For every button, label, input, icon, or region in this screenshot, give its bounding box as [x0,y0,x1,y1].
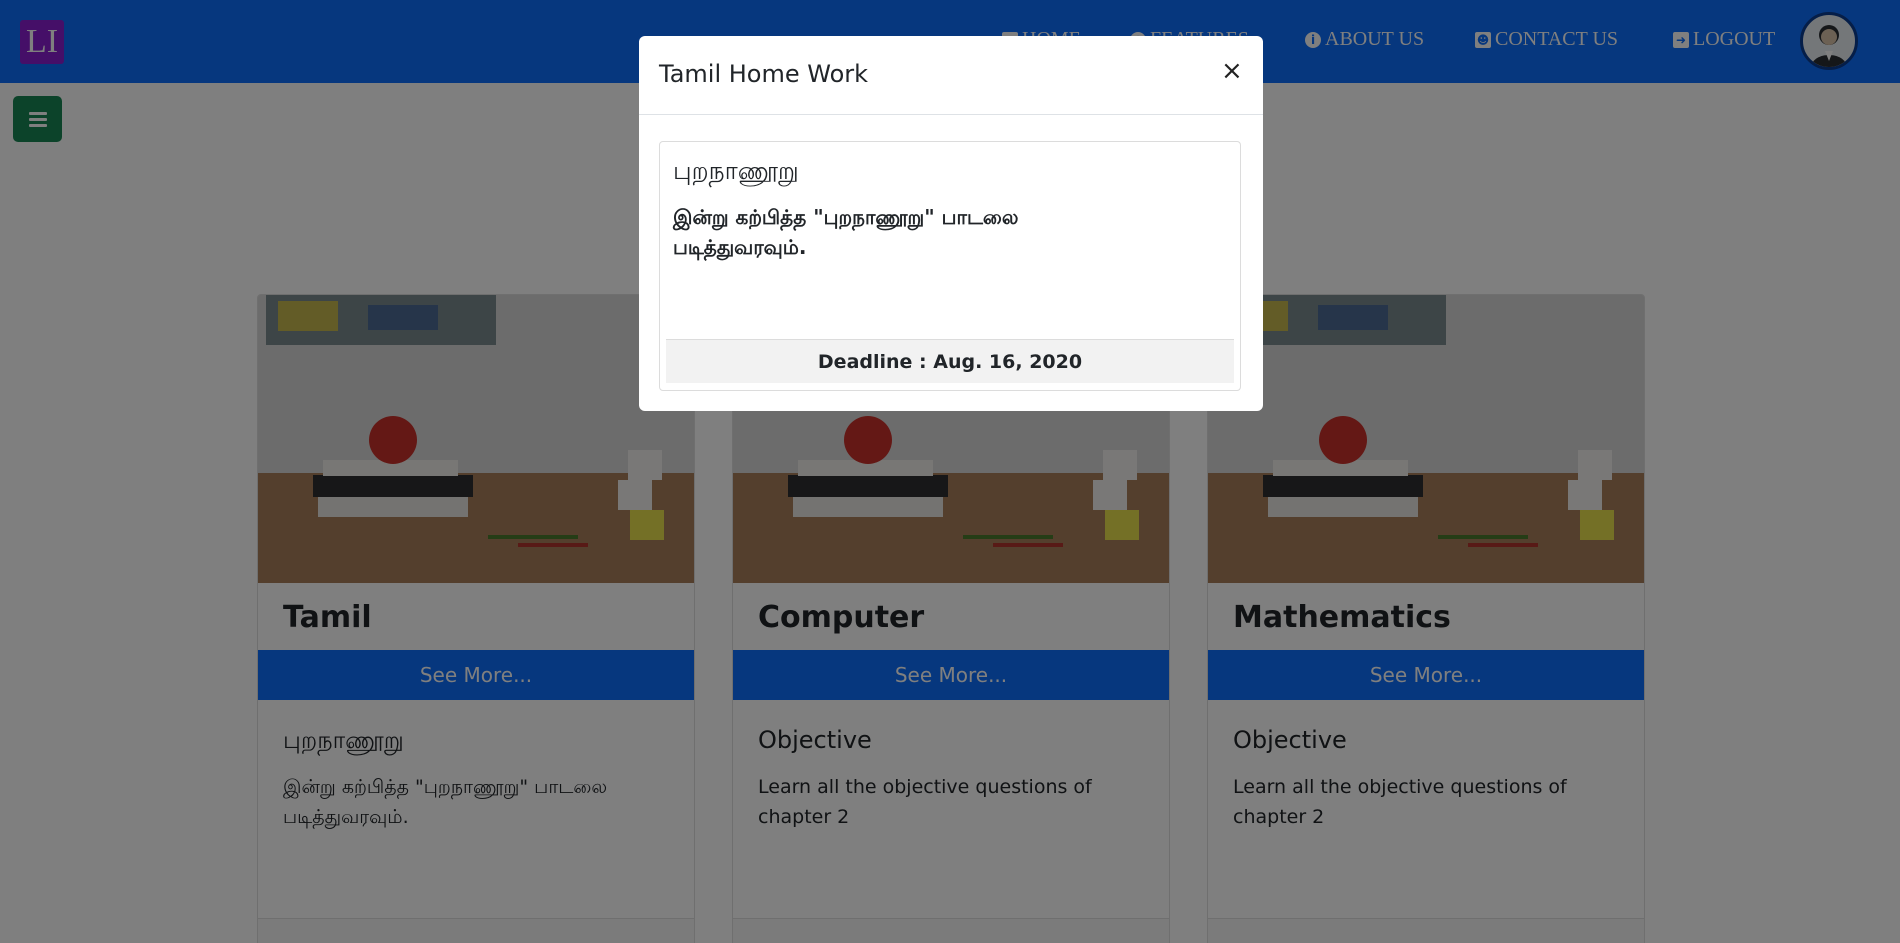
homework-modal: Tamil Home Work × புறநாணூறு இன்று கற்பித… [639,36,1263,411]
homework-text: இன்று கற்பித்த "புறநாணூறு" பாடலை படித்து… [673,205,1019,259]
modal-title: Tamil Home Work [659,60,869,88]
modal-header: Tamil Home Work × [639,36,1263,115]
close-icon[interactable]: × [1221,56,1243,86]
homework-subtitle: புறநாணூறு [673,156,799,185]
homework-deadline: Deadline : Aug. 16, 2020 [666,339,1234,383]
homework-card: புறநாணூறு இன்று கற்பித்த "புறநாணூறு" பாட… [659,141,1241,391]
